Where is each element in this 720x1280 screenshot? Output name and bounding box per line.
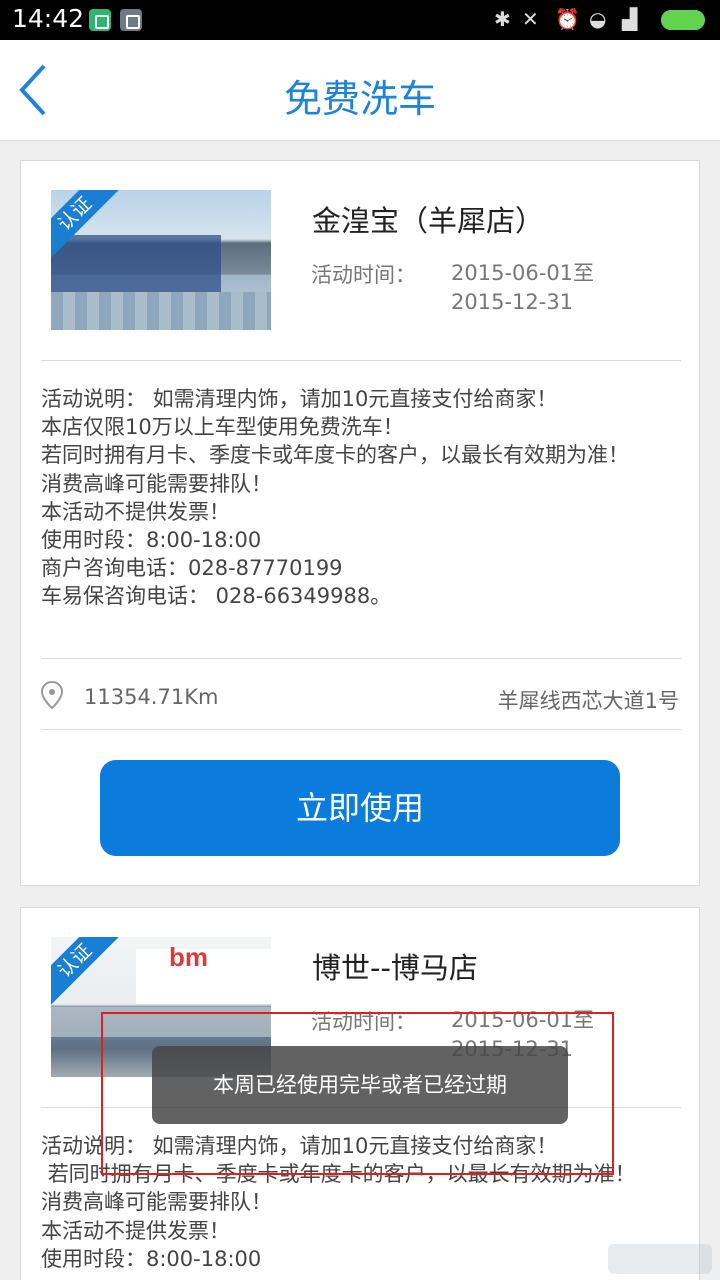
activity-end: 2015-12-31 [451, 290, 574, 314]
page-title: 免费洗车 [283, 77, 436, 121]
mute-icon: ✕ [522, 7, 539, 31]
store-photo: 认证 [51, 190, 271, 330]
signal-icon: ▟ [622, 7, 638, 31]
shield-icon [89, 9, 111, 31]
status-bar: 14:42 ✱ ✕ ⏰ ◒ ▟ [0, 0, 720, 40]
alarm-icon: ⏰ [555, 7, 580, 31]
app-notification-icon [120, 9, 142, 31]
wifi-icon: ◒ [589, 7, 607, 31]
activity-description: 活动说明： 如需清理内饰，请加10元直接支付给商家！ 本店仅限10万以上车型使用… [41, 387, 629, 609]
activity-start: 2015-06-01至 [451, 261, 595, 285]
bluetooth-icon: ✱ [494, 7, 511, 31]
brand-logo: bm [169, 942, 208, 972]
store-address[interactable]: 羊犀线西芯大道1号 [498, 685, 679, 715]
activity-time-value: 2015-06-01至 2015-12-31 [451, 259, 651, 317]
store-name: 金湟宝（羊犀店） [312, 204, 545, 238]
activity-time-label: 活动时间： [311, 263, 416, 287]
app-header: 免费洗车 [0, 40, 720, 141]
location-pin-icon [40, 680, 64, 710]
status-time: 14:42 [12, 4, 85, 33]
watermark [608, 1244, 712, 1274]
divider [41, 658, 681, 659]
divider [41, 729, 681, 730]
battery-icon [661, 10, 705, 30]
store-name: 博世--博马店 [312, 951, 478, 985]
toast-message: 本周已经使用完毕或者已经过期 [152, 1046, 568, 1124]
divider [41, 360, 681, 361]
store-distance: 11354.71Km [84, 685, 219, 709]
activity-start: 2015-06-01至 [451, 1008, 595, 1032]
activity-description: 活动说明： 如需清理内饰，请加10元直接支付给商家！ 若同时拥有月卡、季度卡或年… [41, 1134, 636, 1271]
store-card[interactable]: 认证 金湟宝（羊犀店） 活动时间： 2015-06-01至 2015-12-31… [20, 160, 700, 886]
use-now-button[interactable]: 立即使用 [100, 760, 620, 856]
activity-time-label: 活动时间： [311, 1010, 416, 1034]
